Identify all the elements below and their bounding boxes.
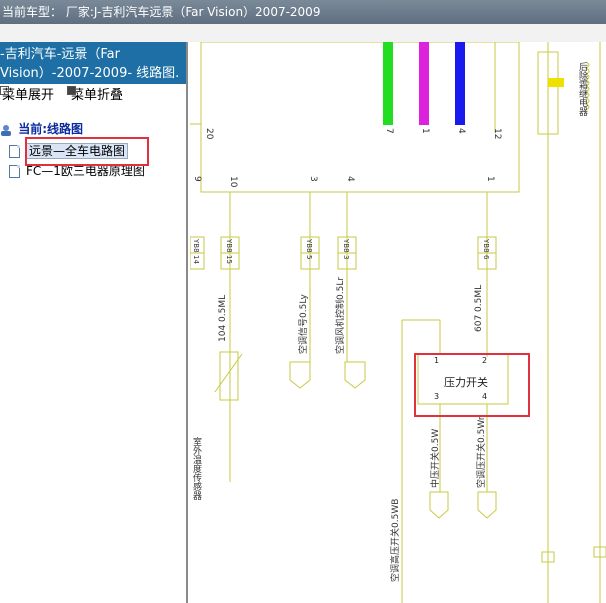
pin-label: 20 bbox=[204, 128, 214, 140]
pin-label: 7 bbox=[384, 128, 394, 134]
pin-label: 4 bbox=[456, 128, 466, 134]
connector-pin: 15 bbox=[225, 255, 233, 264]
terminal-connector bbox=[477, 491, 497, 519]
collapse-menu-button[interactable]: 菜单折叠 bbox=[67, 86, 123, 106]
folder-user-icon bbox=[1, 124, 11, 136]
wire-label: 104 0.5ML bbox=[218, 294, 228, 342]
collapse-label: 菜单折叠 bbox=[71, 88, 124, 103]
connector-pin: 6 bbox=[482, 255, 490, 260]
expand-label: 菜单展开 bbox=[2, 88, 55, 103]
ecu-box bbox=[200, 42, 520, 193]
square-icon bbox=[67, 86, 76, 95]
tree-root[interactable]: 当前:线路图 bbox=[0, 120, 83, 138]
connector-label: YB8 bbox=[342, 239, 350, 253]
toolbar-band bbox=[0, 24, 606, 42]
connector-pin: 14 bbox=[192, 255, 200, 264]
tree-item-label: FC—1欧三电器原理图 bbox=[26, 164, 145, 178]
wire-label: 空调高压开关0.5WB bbox=[391, 498, 401, 582]
document-title: -吉利汽车-远景（Far Vision）-2007-2009- 线路图. bbox=[0, 42, 186, 84]
highlight-box bbox=[414, 353, 530, 417]
relay-fuse bbox=[548, 78, 564, 87]
document-title-line1: -吉利汽车-远景（Far bbox=[0, 47, 120, 62]
window-title: 厂家:J-吉利汽车远景（Far Vision）2007-2009 bbox=[65, 5, 321, 19]
pin-label: 3 bbox=[308, 176, 318, 182]
connector-pin: 5 bbox=[305, 255, 313, 260]
sensor-box bbox=[219, 351, 239, 401]
connector-pin: 3 bbox=[342, 255, 350, 260]
connector-label: YB8 bbox=[192, 239, 200, 253]
connector-label: YB8 bbox=[225, 239, 233, 253]
tree-root-label: 当前:线路图 bbox=[18, 122, 83, 136]
window-title-bar: 当前车型： 厂家:J-吉利汽车远景（Far Vision）2007-2009 bbox=[0, 0, 606, 24]
pin-label: 4 bbox=[345, 176, 355, 182]
wire-label: 中压开关0.5W bbox=[431, 428, 441, 488]
connector-label: YB8 bbox=[305, 239, 313, 253]
sensor-label: 室外温度传感器 bbox=[191, 437, 201, 500]
pin-label: 10 bbox=[228, 176, 238, 188]
pin-label: 1 bbox=[485, 176, 495, 182]
green-wire bbox=[383, 42, 393, 125]
terminal-connector bbox=[429, 491, 449, 519]
relay-label: 后除霜继电器 bbox=[577, 62, 587, 116]
expand-menu-button[interactable]: 菜单展开 bbox=[0, 86, 54, 106]
wiring-diagram[interactable]: 20 7 1 4 12 9 10 3 4 1 YB8 YB8 YB8 YB8 Y… bbox=[190, 42, 606, 603]
terminal-connector bbox=[289, 361, 311, 389]
magenta-wire bbox=[419, 42, 429, 125]
wire-label: 607 0.5ML bbox=[474, 284, 484, 332]
menu-toggle-row: 菜单展开 菜单折叠 bbox=[0, 86, 186, 106]
wire-label: 空调压开关0.5Wr bbox=[477, 416, 487, 488]
title-prefix: 当前车型： bbox=[2, 5, 63, 19]
square-icon bbox=[0, 86, 9, 95]
blue-wire bbox=[455, 42, 465, 125]
terminal-connector bbox=[344, 361, 366, 389]
pin-label: 9 bbox=[192, 176, 202, 182]
wire-label: 空调风机控制0.5Lr bbox=[336, 276, 346, 354]
document-icon bbox=[9, 165, 20, 178]
wire-label: 空调信号0.5Ly bbox=[299, 294, 309, 354]
document-icon bbox=[9, 145, 20, 158]
pin-label: 1 bbox=[420, 128, 430, 134]
connector-label: YB8 bbox=[482, 239, 490, 253]
highlight-box bbox=[25, 137, 149, 166]
pin-label: 12 bbox=[492, 128, 502, 140]
document-title-line2: Vision）-2007-2009- 线路图. bbox=[0, 66, 180, 81]
